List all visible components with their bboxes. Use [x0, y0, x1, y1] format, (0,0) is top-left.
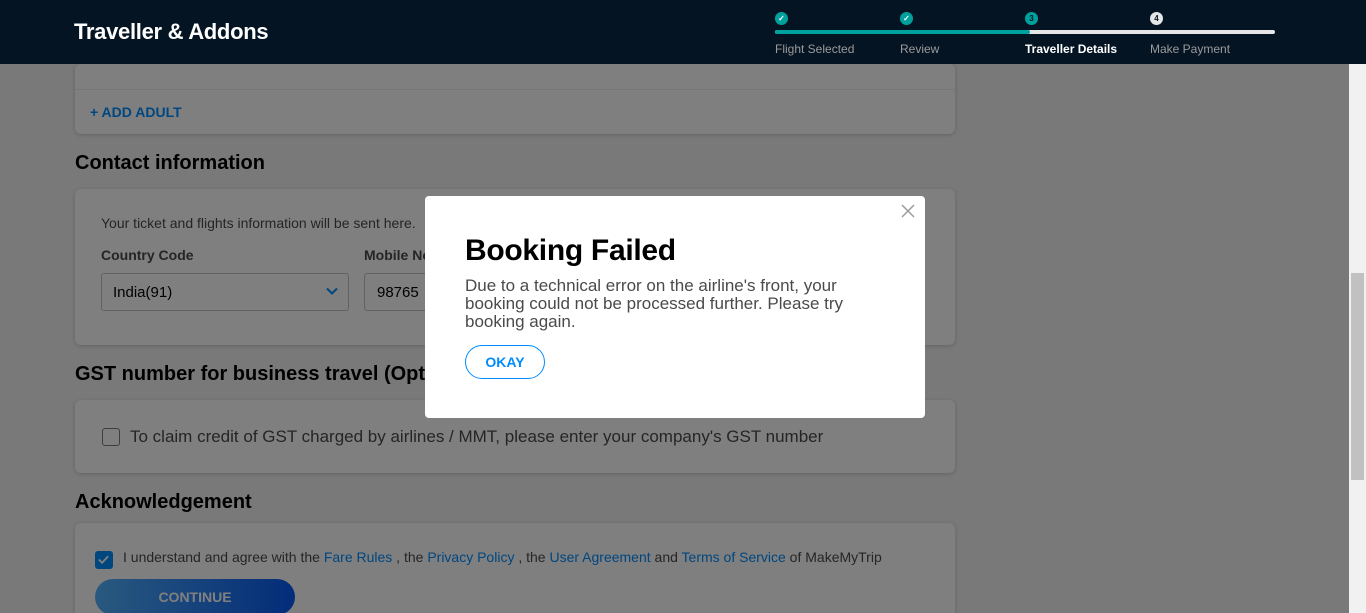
- okay-button[interactable]: OKAY: [465, 345, 545, 379]
- page-scrollbar[interactable]: [1349, 64, 1366, 613]
- step-number-4: 4: [1150, 12, 1163, 25]
- progress-fill: [775, 30, 1030, 34]
- page-title: Traveller & Addons: [74, 19, 269, 44]
- step-label: Review: [900, 42, 940, 56]
- scrollbar-thumb[interactable]: [1351, 273, 1364, 480]
- check-icon: ✓: [900, 12, 913, 25]
- modal-title: Booking Failed: [465, 234, 676, 267]
- step-label: Make Payment: [1150, 42, 1231, 56]
- step-label: Traveller Details: [1025, 42, 1118, 56]
- progress-track: [775, 30, 1275, 34]
- step-number-3: 3: [1025, 12, 1038, 25]
- modal-message: Due to a technical error on the airline'…: [465, 276, 844, 331]
- check-icon: ✓: [775, 12, 788, 25]
- header-bar: Traveller & Addons ✓ Flight Selected ✓ R…: [0, 0, 1366, 64]
- close-icon[interactable]: [901, 204, 915, 218]
- booking-failed-modal: Booking Failed Due to a technical error …: [425, 196, 925, 418]
- step-label: Flight Selected: [775, 42, 855, 56]
